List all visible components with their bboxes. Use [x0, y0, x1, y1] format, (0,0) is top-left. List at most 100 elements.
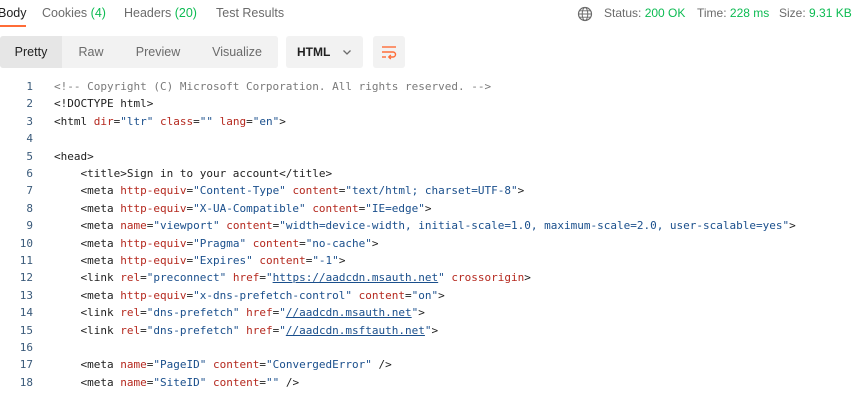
code-text: <meta name="viewport" content="width=dev… — [54, 219, 795, 233]
code-line: 12 <link rel="preconnect" href="https://… — [0, 271, 862, 288]
status-readout[interactable]: Status: 200 OK — [604, 6, 685, 20]
tab-test-results-label: Test Results — [216, 6, 285, 20]
code-line: 17 <meta name="PageID" content="Converge… — [0, 358, 862, 375]
time-readout[interactable]: Time: 228 ms — [697, 6, 769, 20]
code-tag: = — [246, 114, 253, 128]
code-line: 15 <link rel="dns-prefetch" href="//aadc… — [0, 324, 862, 341]
line-number: 10 — [19, 236, 33, 250]
status-value: 200 OK — [644, 6, 686, 20]
code-attribute: class — [160, 114, 194, 128]
code-text: <meta http-equiv="Pragma" content="no-ca… — [54, 236, 379, 250]
code-tag: > — [438, 288, 445, 302]
code-line: 18 <meta name="SiteID" content="" /> — [0, 376, 862, 393]
code-tag: <meta — [54, 219, 121, 233]
language-select[interactable]: HTML — [286, 36, 363, 68]
tab-headers[interactable]: Headers (20) — [124, 6, 197, 20]
time-label: Time: — [697, 6, 727, 20]
line-number: 1 — [26, 80, 33, 93]
code-text: <title>Sign in to your account</title> — [54, 167, 332, 180]
code-tag: = — [140, 323, 147, 337]
word-wrap-button[interactable] — [373, 36, 405, 68]
line-number: 4 — [26, 132, 33, 146]
code-text: <link rel="dns-prefetch" href="//aadcdn.… — [54, 306, 425, 320]
code-tag: > — [431, 323, 439, 337]
code-text: <link rel="preconnect" href="https://aad… — [54, 271, 530, 285]
code-string: "viewport" — [153, 219, 220, 233]
code-attribute: href — [246, 306, 273, 320]
view-preview-button[interactable]: Preview — [120, 36, 196, 68]
code-string: "x-dns-prefetch-control" — [193, 288, 353, 302]
code-attribute: http-equiv — [120, 288, 187, 302]
code-tag: <meta — [54, 254, 121, 267]
globe-icon[interactable] — [577, 6, 593, 22]
code-tag: = — [193, 114, 200, 128]
line-number: 14 — [19, 306, 33, 320]
code-string: "SiteID" — [153, 375, 207, 389]
code-string: "on" — [411, 288, 439, 302]
response-body-code[interactable]: 1 <!-- Copyright (C) Microsoft Corporatio… — [0, 80, 862, 402]
code-link[interactable]: https://aadcdn.msauth.net — [273, 271, 439, 284]
code-attribute: content — [312, 201, 359, 215]
code-string: "IE=edge" — [365, 201, 425, 215]
code-string: " — [424, 323, 432, 337]
code-line: 2 <!DOCTYPE html> — [0, 97, 862, 114]
code-tag: <meta — [54, 288, 121, 302]
code-tag: = — [405, 288, 412, 302]
code-attribute: rel — [120, 323, 141, 337]
code-line: 11 <meta http-equiv="Expires" content="-… — [0, 254, 862, 271]
code-tag: > — [338, 254, 346, 267]
code-attribute: content — [259, 254, 306, 267]
code-tag: <meta — [54, 358, 121, 372]
code-line: 8 <meta http-equiv="X-UA-Compatible" con… — [0, 202, 862, 219]
code-string: "dns-prefetch" — [146, 306, 240, 320]
code-attribute: href — [232, 271, 260, 285]
code-string: "text/html; charset=UTF-8" — [345, 184, 518, 198]
view-pretty-button[interactable]: Pretty — [0, 36, 62, 68]
line-number: 2 — [26, 97, 33, 111]
code-attribute: href — [246, 323, 273, 337]
code-string: "" — [265, 375, 280, 389]
code-text: <!-- Copyright (C) Microsoft Corporation… — [54, 80, 491, 93]
wrap-lines-icon — [382, 46, 397, 60]
line-number: 18 — [19, 375, 33, 389]
code-attribute: http-equiv — [120, 254, 187, 267]
tab-body-underline — [0, 25, 26, 27]
tab-test-results[interactable]: Test Results — [216, 6, 284, 20]
line-number: 8 — [26, 201, 33, 215]
tab-cookies-count: (4) — [90, 6, 106, 20]
code-attribute: http-equiv — [120, 184, 187, 198]
code-link[interactable]: //aadcdn.msftauth.net — [286, 324, 425, 337]
tab-cookies[interactable]: Cookies (4) — [42, 6, 106, 20]
code-text: <meta name="PageID" content="ConvergedEr… — [54, 358, 391, 372]
code-string: "-1" — [312, 254, 339, 267]
code-tag: > — [424, 201, 432, 215]
code-tag — [226, 271, 233, 284]
code-tag — [352, 289, 359, 302]
code-string: "en" — [252, 114, 280, 128]
code-string: " — [279, 323, 286, 337]
code-text: <link rel="dns-prefetch" href="//aadcdn.… — [54, 324, 438, 337]
code-attribute: content — [358, 288, 406, 302]
code-tag: = — [259, 375, 266, 389]
code-tag: <link — [54, 306, 121, 320]
code-tag: <html — [54, 114, 94, 128]
code-comment: <!-- Copyright (C) Microsoft Corporation… — [54, 80, 492, 93]
code-tag: > — [371, 236, 379, 250]
code-link[interactable]: //aadcdn.msauth.net — [286, 306, 412, 319]
code-line: 16 — [0, 341, 862, 358]
code-tag: > — [418, 306, 425, 320]
size-label: Size: — [779, 6, 806, 20]
code-string: " — [265, 271, 273, 285]
code-attribute: content — [212, 375, 260, 389]
tab-headers-label: Headers — [124, 6, 172, 20]
line-number: 11 — [19, 254, 33, 267]
view-raw-button[interactable]: Raw — [62, 36, 120, 68]
time-value: 228 ms — [729, 6, 770, 20]
size-readout[interactable]: Size: 9.31 KB — [779, 6, 852, 20]
status-label: Status: — [604, 6, 642, 20]
code-tag — [206, 358, 213, 371]
view-visualize-button[interactable]: Visualize — [196, 36, 278, 68]
code-tag: <link — [54, 323, 121, 337]
tab-body[interactable]: Body — [0, 6, 27, 20]
code-text: <html dir="ltr" class="" lang="en"> — [54, 115, 286, 128]
